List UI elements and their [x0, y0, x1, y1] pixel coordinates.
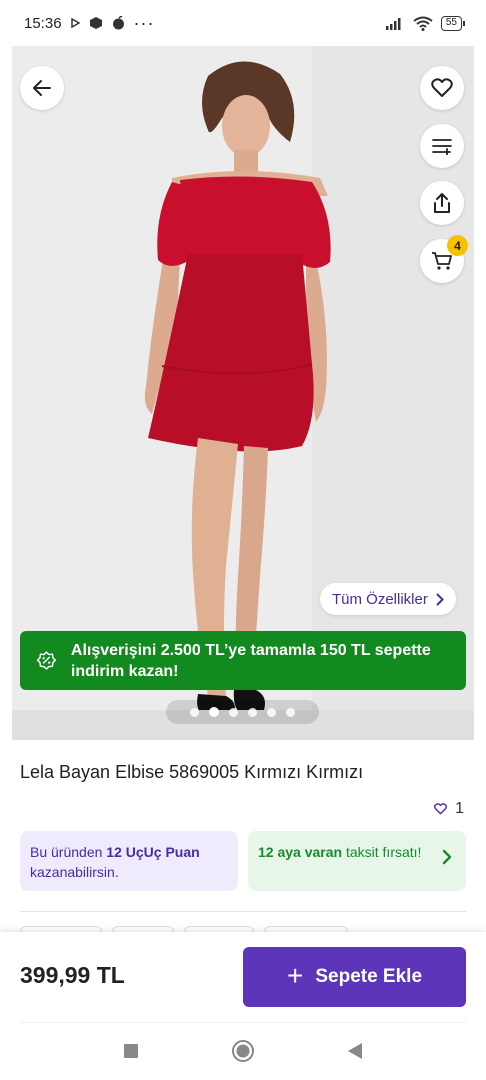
status-more: ··· — [133, 12, 155, 33]
section-divider — [20, 911, 466, 912]
apple-icon — [112, 16, 124, 30]
points-suffix: kazanabilirsin. — [30, 864, 119, 880]
cart-button[interactable]: 4 — [420, 235, 468, 283]
back-nav-icon[interactable] — [347, 1042, 363, 1060]
package-icon — [89, 17, 102, 29]
system-nav-bar — [0, 1022, 486, 1080]
filter-button[interactable] — [420, 124, 464, 168]
status-left: 15:36 ··· — [24, 13, 155, 34]
arrow-left-icon — [33, 80, 51, 96]
add-to-cart-label: Sepete Ekle — [315, 966, 423, 987]
all-features-label: Tüm Özellikler — [332, 590, 428, 608]
status-right: 55 — [385, 15, 466, 31]
play-icon — [70, 18, 80, 28]
image-pagination[interactable] — [166, 700, 319, 724]
page-dot-active[interactable] — [209, 707, 219, 717]
heart-outline-icon — [434, 803, 448, 815]
page-dot[interactable] — [229, 707, 238, 717]
like-count: 1 — [455, 800, 464, 817]
status-time: 15:36 — [24, 14, 62, 32]
page-dot[interactable] — [267, 707, 276, 717]
points-amount: 12 UçUç Puan — [106, 844, 200, 860]
chevron-right-icon — [442, 849, 452, 865]
page-dot[interactable] — [248, 707, 257, 717]
battery-indicator: 55 — [440, 15, 466, 31]
plus-icon: + — [286, 959, 304, 991]
home-icon[interactable] — [231, 1039, 255, 1063]
heart-icon — [431, 78, 453, 97]
promo-text: Alışverişini 2.500 TL’ye tamamla 150 TL … — [70, 641, 431, 680]
share-icon — [434, 193, 450, 213]
favorite-button[interactable] — [420, 66, 464, 110]
cart-icon — [432, 252, 452, 270]
installment-suffix: taksit fırsatı! — [342, 844, 422, 860]
filter-icon — [432, 139, 452, 155]
add-to-cart-button[interactable]: + Sepete Ekle — [243, 947, 466, 1007]
cart-count-badge: 4 — [447, 235, 468, 256]
signal-icon — [385, 18, 401, 30]
points-card: Bu üründen 12 UçUç Puan kazanabilirsin. — [20, 831, 238, 891]
nav-separator — [20, 1022, 466, 1023]
installment-months: 12 aya varan — [258, 844, 343, 860]
promo-banner[interactable]: Alışverişini 2.500 TL’ye tamamla 150 TL … — [20, 631, 466, 690]
price: 399,99 TL — [20, 962, 125, 988]
status-bar: 15:36 ··· 55 — [0, 0, 486, 46]
wifi-icon — [413, 16, 433, 31]
share-button[interactable] — [420, 181, 464, 225]
installment-card[interactable]: 12 aya varan taksit fırsatı! — [248, 831, 466, 891]
discount-tag-icon — [36, 650, 57, 670]
back-button[interactable] — [20, 66, 64, 110]
page-dot[interactable] — [190, 707, 199, 717]
product-title: Lela Bayan Elbise 5869005 Kırmızı Kırmız… — [20, 762, 364, 782]
like-counter[interactable]: 1 — [434, 800, 464, 818]
page-dot[interactable] — [286, 707, 295, 717]
points-prefix: Bu üründen — [30, 844, 107, 860]
recents-icon[interactable] — [123, 1043, 139, 1059]
purchase-bar: 399,99 TL + Sepete Ekle — [0, 932, 486, 1022]
chevron-right-icon — [436, 593, 444, 605]
product-image-gallery[interactable]: 4 Tüm Özellikler Alışverişini 2.500 TL’y… — [12, 46, 474, 740]
all-features-button[interactable]: Tüm Özellikler — [320, 583, 456, 615]
